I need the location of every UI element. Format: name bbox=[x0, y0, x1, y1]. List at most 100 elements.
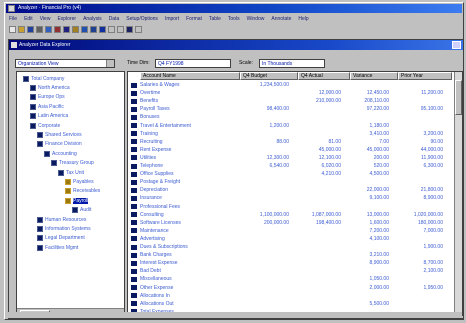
tree-node[interactable]: Shared Services bbox=[37, 131, 82, 138]
table-row[interactable]: Postage & Freight bbox=[131, 179, 443, 185]
table-row[interactable]: Dues & Subscriptions 1,900.00 bbox=[131, 244, 443, 250]
menu-item-help[interactable]: Help bbox=[298, 16, 308, 22]
filter-icon[interactable] bbox=[117, 26, 124, 33]
table-row[interactable]: Software Licenses 200,000.00 198,400.00 1,6… bbox=[131, 220, 443, 226]
menu-item-analysis[interactable]: Analysis bbox=[83, 16, 102, 22]
table-row[interactable]: Insurance 9,100.00 8,900.00 bbox=[131, 195, 443, 201]
undo-icon[interactable] bbox=[81, 26, 88, 33]
help-icon[interactable] bbox=[135, 26, 142, 33]
table-row[interactable]: Other Expense 2,000.00 1,950.00 bbox=[131, 285, 443, 291]
scrollbar-thumb[interactable] bbox=[455, 80, 462, 115]
table-row[interactable]: Bank Charges 3,210.00 bbox=[131, 252, 443, 258]
table-row[interactable]: Professional Fees bbox=[131, 204, 443, 210]
column-header[interactable]: Q4 Actual bbox=[298, 72, 350, 80]
chevron-down-icon[interactable] bbox=[106, 60, 114, 67]
tree-node[interactable]: Corporate bbox=[30, 122, 60, 129]
scale-field[interactable]: In Thousands bbox=[259, 59, 325, 68]
save-icon[interactable] bbox=[27, 26, 34, 33]
print-icon[interactable] bbox=[36, 26, 43, 33]
table-cell: Salaries & Wages bbox=[140, 82, 180, 88]
menu-item-format[interactable]: Format bbox=[186, 16, 202, 22]
copy-icon[interactable] bbox=[63, 26, 70, 33]
tree-node[interactable]: Europe Ops bbox=[30, 94, 65, 101]
tree-node[interactable]: Latin America bbox=[30, 113, 68, 120]
account-icon bbox=[131, 163, 137, 169]
tree-node[interactable]: Total Company bbox=[23, 75, 64, 82]
chart-icon[interactable] bbox=[99, 26, 106, 33]
table-row[interactable]: Benefits 210,000.00 208,110.00 bbox=[131, 98, 443, 104]
tree-node[interactable]: North America bbox=[30, 84, 70, 91]
table-cell: 12,100.00 bbox=[318, 154, 341, 161]
menu-item-import[interactable]: Import bbox=[165, 16, 179, 22]
table-row[interactable]: Payroll Taxes 98,400.00 97,220.00 95,100.00 bbox=[131, 106, 443, 112]
table-row[interactable]: Allocations Out 5,500.00 bbox=[131, 301, 443, 307]
menu-item-tools[interactable]: Tools bbox=[228, 16, 240, 22]
table-row[interactable]: Telephone 6,540.00 6,020.00 520.00 6,300.00 bbox=[131, 163, 443, 169]
table-row[interactable]: Rent Expense 45,000.00 45,000.00 44,000.00 bbox=[131, 147, 443, 153]
tree-node[interactable]: Legal Department bbox=[37, 235, 85, 242]
column-header[interactable]: Variance bbox=[350, 72, 398, 80]
table-row[interactable]: Consulting 1,100,000.00 1,087,000.00 13,000… bbox=[131, 212, 443, 218]
preview-icon[interactable] bbox=[45, 26, 52, 33]
open-icon[interactable] bbox=[18, 26, 25, 33]
table-row[interactable]: Overtime 12,000.00 12,450.00 11,200.00 bbox=[131, 90, 443, 96]
table-icon[interactable] bbox=[108, 26, 115, 33]
table-row[interactable]: Utilities 12,300.00 12,100.00 200.00 11,900.… bbox=[131, 155, 443, 161]
close-icon[interactable] bbox=[452, 41, 461, 49]
account-icon bbox=[131, 268, 137, 274]
table-row[interactable]: Bonuses bbox=[131, 114, 443, 120]
account-icon bbox=[131, 155, 137, 161]
tree-node[interactable]: Human Resources bbox=[37, 216, 86, 223]
data-explorer-title-bar[interactable]: Analyzer Data Explorer bbox=[9, 40, 463, 50]
menu-item-file[interactable]: File bbox=[9, 16, 17, 22]
table-cell: 1,600.00 bbox=[369, 219, 389, 226]
table-row[interactable]: Miscellaneous 1,050.00 bbox=[131, 276, 443, 282]
table-row[interactable]: Allocations In bbox=[131, 293, 443, 299]
column-header[interactable]: Q4 Budget bbox=[240, 72, 298, 80]
grid-vertical-scrollbar[interactable] bbox=[454, 72, 462, 315]
menu-item-table[interactable]: Table bbox=[209, 16, 221, 22]
menu-item-view[interactable]: View bbox=[40, 16, 51, 22]
tree-node[interactable]: Tax Unit bbox=[58, 169, 84, 176]
table-row[interactable]: Depreciation 22,000.00 21,800.00 bbox=[131, 187, 443, 193]
paste-icon[interactable] bbox=[72, 26, 79, 33]
table-row[interactable]: Office Supplies 4,210.00 4,500.00 bbox=[131, 171, 443, 177]
tree-node[interactable]: Treasury Group bbox=[51, 160, 94, 167]
tree-node[interactable]: Information Systems bbox=[37, 225, 91, 232]
table-row[interactable]: Recruiting 88.00 81.00 7.00 90.00 bbox=[131, 139, 443, 145]
tree-node[interactable]: Facilities Mgmt bbox=[37, 244, 78, 251]
cut-icon[interactable] bbox=[54, 26, 61, 33]
time-dim-field[interactable]: Q4 FY1998 bbox=[155, 59, 231, 68]
column-header[interactable]: Prior Year bbox=[398, 72, 452, 80]
tree-node[interactable]: Asia Pacific bbox=[30, 103, 64, 110]
menu-item-window[interactable]: Window bbox=[247, 16, 265, 22]
hierarchy-tree[interactable]: Facilities Mgmt Legal Department Informati… bbox=[16, 71, 125, 316]
table-row[interactable]: Training 3,410.00 3,200.00 bbox=[131, 131, 443, 137]
column-header[interactable]: Account Name bbox=[140, 72, 240, 80]
menu-item-annotate[interactable]: Annotate bbox=[271, 16, 291, 22]
data-grid[interactable]: Account Name Q4 Budget Q4 Actual Variance Pr… bbox=[127, 71, 463, 316]
table-cell: 45,000.00 bbox=[318, 146, 341, 153]
menu-item-data[interactable]: Data bbox=[109, 16, 120, 22]
menu-item-setup-options[interactable]: Setup/Options bbox=[126, 16, 158, 22]
table-row[interactable]: Travel & Entertainment 1,200.00 1,180.00 bbox=[131, 123, 443, 129]
new-icon[interactable] bbox=[9, 26, 16, 33]
title-bar[interactable]: Analyzer · Financial Pro (v4) bbox=[6, 4, 462, 13]
tree-node[interactable]: Payables bbox=[65, 178, 94, 185]
dimension-select[interactable]: Organization View bbox=[15, 59, 115, 68]
menu-item-edit[interactable]: Edit bbox=[24, 16, 33, 22]
tree-node[interactable]: Audit bbox=[72, 207, 91, 214]
sort-icon[interactable] bbox=[126, 26, 133, 33]
table-row[interactable]: Interest Expense 8,900.00 8,700.00 bbox=[131, 260, 443, 266]
table-row[interactable]: Salaries & Wages 1,234,500.00 bbox=[131, 82, 443, 88]
menu-item-explorer[interactable]: Explorer bbox=[57, 16, 76, 22]
table-row[interactable]: Maintenance 7,200.00 7,000.00 bbox=[131, 228, 443, 234]
tree-node[interactable]: Finance Division bbox=[37, 141, 82, 148]
table-row[interactable]: Bad Debt 2,100.00 bbox=[131, 268, 443, 274]
tree-node[interactable]: Payroll bbox=[65, 197, 89, 204]
tree-node[interactable]: Receivables bbox=[65, 188, 100, 195]
tree-node[interactable]: Accounting bbox=[44, 150, 77, 157]
window-icon bbox=[11, 42, 17, 48]
find-icon[interactable] bbox=[90, 26, 97, 33]
table-row[interactable]: Advertising 4,100.00 bbox=[131, 236, 443, 242]
